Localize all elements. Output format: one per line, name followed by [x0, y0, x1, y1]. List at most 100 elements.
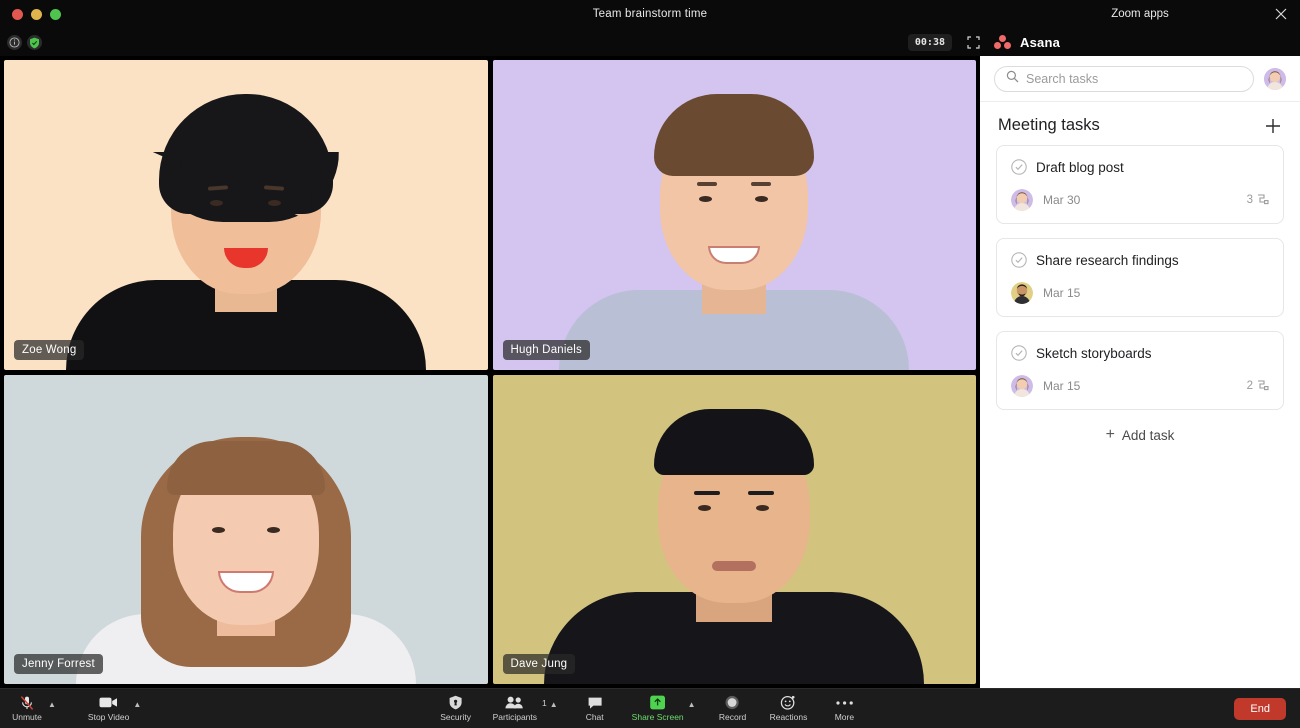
toolbar-center-group: Security Participants 1 ▲	[439, 695, 862, 722]
participants-button[interactable]: Participants	[493, 695, 537, 722]
check-circle-icon[interactable]	[1011, 159, 1027, 175]
add-task-button[interactable]: + Add task	[996, 424, 1284, 443]
window-title-bar: Team brainstorm time Zoom apps	[0, 0, 1300, 28]
task-title-row: Draft blog post	[1011, 159, 1269, 175]
task-assignee-avatar[interactable]	[1011, 282, 1033, 304]
meeting-body: Zoe Wong Hugh Daniels	[0, 56, 1300, 688]
asana-app-panel: Asana	[980, 56, 1300, 688]
video-tile[interactable]: Zoe Wong	[4, 60, 488, 370]
close-icon[interactable]	[1274, 7, 1288, 21]
record-icon	[725, 695, 740, 710]
task-due-date: Mar 30	[1043, 193, 1080, 207]
mic-muted-icon	[19, 695, 35, 710]
task-meta-row: Mar 30 3	[1011, 189, 1269, 211]
meeting-tasks-header: Meeting tasks	[980, 102, 1300, 145]
video-options-chevron-up-icon[interactable]: ▲	[133, 700, 141, 709]
unmute-button[interactable]: Unmute	[10, 695, 44, 722]
participant-portrait	[493, 60, 977, 370]
check-circle-icon[interactable]	[1011, 252, 1027, 268]
share-options-chevron-up-icon[interactable]: ▲	[688, 700, 696, 709]
subtask-count-value: 3	[1247, 194, 1253, 206]
task-meta-row: Mar 15	[1011, 282, 1269, 304]
more-label: More	[835, 712, 854, 722]
video-on-icon	[99, 695, 118, 710]
shield-icon	[449, 695, 463, 710]
task-list: Draft blog post	[980, 145, 1300, 688]
chat-button[interactable]: Chat	[578, 695, 612, 722]
traffic-light-buttons[interactable]	[0, 9, 61, 20]
more-ellipsis-icon	[835, 695, 853, 710]
task-card[interactable]: Sketch storyboards	[996, 331, 1284, 410]
participant-name-label: Jenny Forrest	[14, 654, 103, 674]
participant-name-label: Hugh Daniels	[503, 340, 590, 360]
task-title: Share research findings	[1036, 253, 1179, 268]
security-button[interactable]: Security	[439, 695, 473, 722]
subtask-icon	[1257, 193, 1269, 208]
meeting-controls-toolbar: Unmute ▲ Stop Video ▲ Security	[0, 688, 1300, 728]
page-title: Meeting tasks	[998, 116, 1100, 135]
reactions-button[interactable]: Reactions	[770, 695, 808, 722]
unmute-label: Unmute	[12, 712, 42, 722]
security-label: Security	[440, 712, 471, 722]
reactions-label: Reactions	[770, 712, 808, 722]
participant-name-label: Zoe Wong	[14, 340, 84, 360]
task-card[interactable]: Draft blog post	[996, 145, 1284, 224]
participants-count: 1	[542, 698, 547, 708]
reactions-icon	[781, 695, 796, 710]
asana-brand-bar: Asana	[980, 28, 1300, 56]
subtask-count-value: 2	[1247, 380, 1253, 392]
zoom-apps-title: Zoom apps	[980, 8, 1300, 20]
stop-video-label: Stop Video	[88, 712, 129, 722]
maximize-window-button[interactable]	[50, 9, 61, 20]
task-title: Draft blog post	[1036, 160, 1124, 175]
more-button[interactable]: More	[827, 695, 861, 722]
plus-icon: +	[1106, 429, 1115, 442]
subtask-icon	[1257, 379, 1269, 394]
task-title-row: Sketch storyboards	[1011, 345, 1269, 361]
video-tile[interactable]: Hugh Daniels	[493, 60, 977, 370]
add-task-plus-button[interactable]	[1264, 117, 1282, 135]
chat-label: Chat	[586, 712, 604, 722]
record-button[interactable]: Record	[716, 695, 750, 722]
stop-video-button[interactable]: Stop Video	[88, 695, 129, 722]
chat-bubble-icon	[587, 695, 602, 710]
task-meta-row: Mar 15 2	[1011, 375, 1269, 397]
minimize-window-button[interactable]	[31, 9, 42, 20]
close-window-button[interactable]	[12, 9, 23, 20]
participants-chevron-up-icon[interactable]: ▲	[550, 700, 558, 709]
participants-icon	[505, 695, 525, 710]
asana-logo-icon	[994, 35, 1011, 50]
asana-brand-name: Asana	[1020, 35, 1060, 50]
video-tile[interactable]: Jenny Forrest	[4, 375, 488, 685]
panel-search-row	[980, 56, 1300, 102]
participants-label: Participants	[493, 712, 537, 722]
participant-portrait	[4, 60, 488, 370]
meeting-timer: 00:38	[908, 34, 952, 51]
record-label: Record	[719, 712, 746, 722]
info-icon[interactable]	[7, 35, 22, 50]
audio-options-chevron-up-icon[interactable]: ▲	[48, 700, 56, 709]
task-subtask-count: 2	[1247, 379, 1269, 394]
video-grid: Zoe Wong Hugh Daniels	[0, 56, 980, 688]
end-meeting-button[interactable]: End	[1234, 698, 1286, 720]
search-tasks-box[interactable]	[994, 66, 1254, 92]
encryption-shield-icon[interactable]	[27, 35, 42, 50]
toolbar-left-group: Unmute ▲ Stop Video ▲	[10, 695, 141, 722]
task-due-date: Mar 15	[1043, 379, 1080, 393]
search-input[interactable]	[1026, 72, 1242, 86]
check-circle-icon[interactable]	[1011, 345, 1027, 361]
participant-portrait	[493, 375, 977, 685]
participant-portrait	[4, 375, 488, 685]
task-assignee-avatar[interactable]	[1011, 375, 1033, 397]
share-screen-button[interactable]: Share Screen	[632, 695, 684, 722]
share-screen-icon	[650, 695, 666, 710]
avatar[interactable]	[1264, 68, 1286, 90]
share-screen-label: Share Screen	[632, 712, 684, 722]
zoom-meeting-window: Team brainstorm time Zoom apps 00:38	[0, 0, 1300, 728]
enter-fullscreen-icon[interactable]	[963, 33, 983, 51]
video-tile[interactable]: Dave Jung	[493, 375, 977, 685]
task-card[interactable]: Share research findings M	[996, 238, 1284, 317]
search-icon	[1006, 70, 1019, 88]
task-subtask-count: 3	[1247, 193, 1269, 208]
task-assignee-avatar[interactable]	[1011, 189, 1033, 211]
